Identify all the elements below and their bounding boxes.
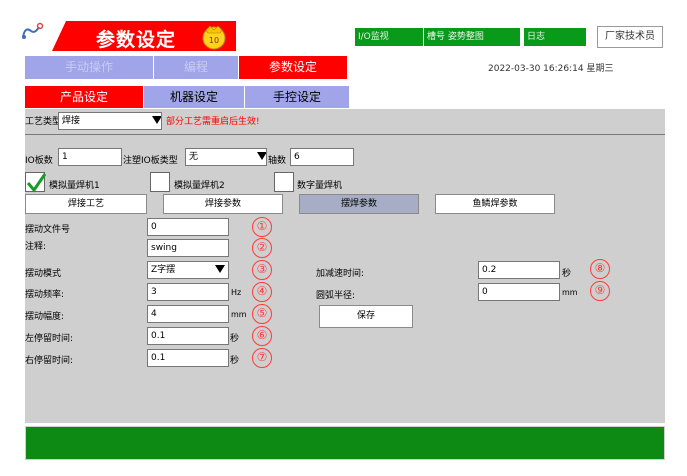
datetime-display: 2022-03-30 16:26:14 星期三 <box>488 64 614 74</box>
io-board-type-value: 无 <box>189 152 199 162</box>
swing-frequency-label: 摆动频率: <box>25 290 65 300</box>
header-bar: 参数设定 10 I/O监视 槽号 姿势整图 日志 厂家技术员 <box>0 0 687 56</box>
accel-time-label: 加减速时间: <box>316 269 365 279</box>
user-level-badge-icon: 10 <box>202 25 226 50</box>
arc-radius-label: 圆弧半径: <box>316 291 356 301</box>
status-bar <box>25 426 665 460</box>
process-type-value: 焊接 <box>62 116 81 126</box>
swing-mode-select[interactable]: Z字摆 <box>147 261 229 279</box>
subtab-swing-params[interactable]: 摆焊参数 <box>299 194 419 214</box>
note-input[interactable]: swing <box>147 239 229 257</box>
marker-8: ⑧ <box>590 259 610 279</box>
divider <box>25 134 665 135</box>
swing-amplitude-input[interactable]: 4 <box>147 305 229 323</box>
subtab-weld-process[interactable]: 焊接工艺 <box>25 194 147 214</box>
swing-mode-value: Z字摆 <box>151 265 176 275</box>
right-dwell-label: 右停留时间: <box>25 356 74 366</box>
marker-1: ① <box>252 217 272 237</box>
tab-machine-settings[interactable]: 机器设定 <box>144 86 244 108</box>
chevron-down-icon <box>215 265 225 273</box>
marker-2: ② <box>252 238 272 258</box>
swing-amplitude-label: 摆动幅度: <box>25 312 65 322</box>
io-board-count-input[interactable]: 1 <box>58 148 122 166</box>
left-dwell-label: 左停留时间: <box>25 334 74 344</box>
swing-frequency-input[interactable]: 3 <box>147 283 229 301</box>
right-dwell-input[interactable]: 0.1 <box>147 349 229 367</box>
content-panel: 工艺类型 焊接 部分工艺需重启后生效! IO板数 1 注塑IO板类型 无 轴数 … <box>25 109 665 423</box>
check-icon <box>26 173 47 193</box>
restart-warning: 部分工艺需重启后生效! <box>166 117 260 127</box>
subtab-weld-params[interactable]: 焊接参数 <box>163 194 283 214</box>
accel-time-unit: 秒 <box>562 269 572 279</box>
digital-welder-checkbox[interactable] <box>274 172 294 192</box>
swing-file-label: 摆动文件号 <box>25 225 71 235</box>
accel-time-input[interactable]: 0.2 <box>478 261 560 279</box>
robot-logo-icon <box>22 22 44 39</box>
chevron-down-icon <box>257 152 266 160</box>
io-monitor-button[interactable]: I/O监视 <box>355 28 423 46</box>
axes-count-label: 轴数 <box>268 156 287 166</box>
analog-welder-2-label: 模拟量焊机2 <box>174 181 225 191</box>
pose-graph-button[interactable]: 槽号 姿势整图 <box>424 28 520 46</box>
note-label: 注释: <box>25 242 47 252</box>
marker-3: ③ <box>252 260 272 280</box>
marker-6: ⑥ <box>252 326 272 346</box>
save-button[interactable]: 保存 <box>319 305 413 328</box>
marker-5: ⑤ <box>252 304 272 324</box>
analog-welder-2-checkbox[interactable] <box>150 172 170 192</box>
swing-file-input[interactable]: 0 <box>147 218 229 236</box>
frequency-unit: Hz <box>231 288 242 297</box>
axes-count-input[interactable]: 6 <box>290 148 354 166</box>
page-title: 参数设定 <box>96 29 177 51</box>
user-level-value: 10 <box>209 36 219 45</box>
tab-pendant-settings[interactable]: 手控设定 <box>245 86 349 108</box>
marker-7: ⑦ <box>252 348 272 368</box>
io-board-type-select[interactable]: 无 <box>185 148 267 166</box>
left-dwell-unit: 秒 <box>230 334 240 344</box>
analog-welder-1-label: 模拟量焊机1 <box>49 181 100 191</box>
swing-mode-label: 摆动模式 <box>25 269 62 279</box>
digital-welder-label: 数字量焊机 <box>297 181 343 191</box>
arc-radius-input[interactable]: 0 <box>478 283 560 301</box>
amplitude-unit: mm <box>231 310 247 319</box>
subtab-fishscale-params[interactable]: 鱼鳞焊参数 <box>435 194 555 214</box>
io-board-type-label: 注塑IO板类型 <box>123 156 178 166</box>
analog-welder-1-checkbox[interactable] <box>25 172 47 193</box>
process-type-select[interactable]: 焊接 <box>58 112 162 130</box>
io-board-count-label: IO板数 <box>25 156 53 166</box>
nav-programming[interactable]: 编程 <box>154 56 238 79</box>
chevron-down-icon <box>152 116 161 124</box>
right-dwell-unit: 秒 <box>230 356 240 366</box>
left-dwell-input[interactable]: 0.1 <box>147 327 229 345</box>
nav-manual-operation[interactable]: 手动操作 <box>25 56 153 79</box>
nav-parameter-settings[interactable]: 参数设定 <box>239 56 347 79</box>
arc-radius-unit: mm <box>562 288 578 297</box>
vendor-technician-button[interactable]: 厂家技术员 <box>597 26 663 48</box>
marker-4: ④ <box>252 282 272 302</box>
tab-product-settings[interactable]: 产品设定 <box>25 86 143 108</box>
log-button[interactable]: 日志 <box>524 28 586 46</box>
process-type-label: 工艺类型 <box>25 117 62 127</box>
marker-9: ⑨ <box>590 281 610 301</box>
